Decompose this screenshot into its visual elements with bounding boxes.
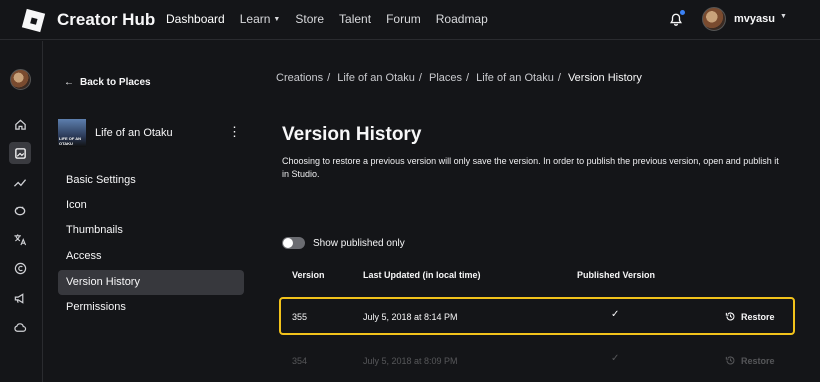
column-header-version: Version <box>292 270 325 280</box>
breadcrumb-creations[interactable]: Creations <box>276 72 323 84</box>
sidebar-item-permissions[interactable]: Permissions <box>58 295 244 320</box>
analytics-icon[interactable] <box>12 174 28 190</box>
breadcrumb-places[interactable]: Places <box>429 72 462 84</box>
thumbnail-caption: LIFE OF AN OTAKU <box>59 136 82 146</box>
checkmark-icon: ✓ <box>611 309 620 320</box>
version-cell: 355 <box>292 312 308 322</box>
updated-cell: July 5, 2018 at 8:09 PM <box>363 356 458 366</box>
nav-forum[interactable]: Forum <box>386 12 421 26</box>
sidebar-item-version-history[interactable]: Version History <box>58 270 244 295</box>
nav-learn-label: Learn <box>239 12 271 26</box>
place-thumbnail: LIFE OF AN OTAKU <box>58 119 86 147</box>
user-avatar[interactable] <box>702 7 726 31</box>
home-icon[interactable] <box>12 116 28 132</box>
show-published-toggle[interactable] <box>282 237 305 249</box>
checkmark-icon: ✓ <box>611 353 620 364</box>
icon-rail <box>0 41 43 382</box>
toggle-knob <box>283 238 293 248</box>
avatar[interactable] <box>10 69 31 90</box>
top-navigation-bar: Creator Hub Dashboard Learn ▼ Store Talen… <box>0 0 820 40</box>
brand-title[interactable]: Creator Hub <box>57 10 155 30</box>
restore-label: Restore <box>741 311 775 322</box>
translate-icon[interactable] <box>12 231 28 247</box>
updated-cell: July 5, 2018 at 8:14 PM <box>363 312 458 322</box>
history-icon <box>725 312 735 321</box>
restore-button[interactable]: Restore <box>725 355 775 366</box>
table-row[interactable]: 354 July 5, 2018 at 8:09 PM ✓ Restore <box>279 345 795 382</box>
monetization-icon[interactable] <box>12 202 28 218</box>
sidebar-item-thumbnails[interactable]: Thumbnails <box>58 218 244 243</box>
show-published-label: Show published only <box>313 238 405 249</box>
sidebar-item-basic-settings[interactable]: Basic Settings <box>58 168 244 193</box>
nav-dashboard[interactable]: Dashboard <box>166 12 225 26</box>
table-row[interactable]: 355 July 5, 2018 at 8:14 PM ✓ Restore <box>279 297 795 335</box>
arrow-left-icon: ← <box>64 77 74 88</box>
breadcrumb: Creations / Life of an Otaku / Places / Lif… <box>276 72 642 84</box>
nav-learn[interactable]: Learn ▼ <box>240 12 281 26</box>
sidebar-item-icon[interactable]: Icon <box>58 193 244 218</box>
restore-button[interactable]: Restore <box>725 311 775 322</box>
back-to-places-link[interactable]: ← Back to Places <box>64 77 151 88</box>
breadcrumb-experience[interactable]: Life of an Otaku <box>337 72 415 84</box>
sidebar-item-access[interactable]: Access <box>58 244 244 269</box>
page-description: Choosing to restore a previous version w… <box>282 156 779 179</box>
nav-store[interactable]: Store <box>295 12 324 26</box>
notification-dot <box>680 10 685 15</box>
nav-talent[interactable]: Talent <box>339 12 371 26</box>
roblox-logo-icon[interactable] <box>20 7 46 33</box>
chevron-down-icon[interactable]: ▼ <box>780 13 787 20</box>
breadcrumb-current: Version History <box>567 72 642 84</box>
nav-roadmap[interactable]: Roadmap <box>436 12 488 26</box>
page-title: Version History <box>282 124 422 145</box>
main-nav: Dashboard Learn ▼ Store Talent Forum Road… <box>166 12 503 26</box>
more-options-icon[interactable]: ⋮ <box>228 125 241 138</box>
version-cell: 354 <box>292 356 308 366</box>
creations-icon[interactable] <box>9 142 31 164</box>
restore-label: Restore <box>741 355 775 366</box>
username[interactable]: mvyasu <box>734 13 775 25</box>
breadcrumb-place[interactable]: Life of an Otaku <box>476 72 554 84</box>
column-header-last-updated: Last Updated (in local time) <box>363 270 481 280</box>
copyright-icon[interactable] <box>12 260 28 276</box>
ads-icon[interactable] <box>12 290 28 306</box>
history-icon <box>725 356 735 365</box>
column-header-published: Published Version <box>577 270 656 280</box>
cloud-icon[interactable] <box>12 319 28 335</box>
place-name: Life of an Otaku <box>95 127 173 139</box>
back-label: Back to Places <box>80 77 151 88</box>
chevron-down-icon: ▼ <box>273 16 281 23</box>
